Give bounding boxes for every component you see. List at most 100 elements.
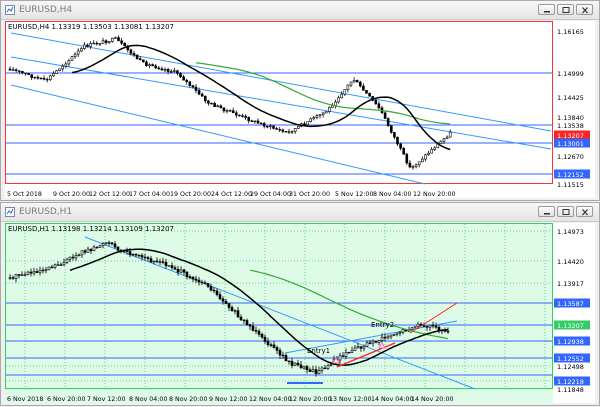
candle-body	[191, 276, 195, 280]
maximize-button[interactable]	[557, 206, 574, 217]
candle-body	[65, 258, 69, 263]
candle-body	[151, 64, 154, 67]
candle-body	[287, 360, 291, 362]
candle-body	[395, 332, 399, 335]
chart-window-h1[interactable]: EURUSD,H1 Entry1 Entry2 1.14973 1.14420 1.13…	[0, 202, 600, 406]
candle-body	[284, 131, 288, 133]
candle-body	[173, 70, 176, 72]
candle-body	[11, 69, 15, 71]
candle-body	[368, 342, 372, 344]
price-label: 1.14999	[557, 70, 584, 78]
candle-body	[209, 286, 213, 291]
maximize-button[interactable]	[557, 4, 574, 15]
candle-body	[207, 100, 210, 104]
candle-body	[173, 267, 177, 270]
candle-body	[350, 350, 354, 353]
candle-body	[98, 43, 102, 45]
candle-body	[231, 110, 235, 114]
time-label: 29 Oct 04:00	[250, 191, 291, 198]
price-label: 1.14425	[557, 94, 584, 102]
price-label: 1.13538	[557, 122, 584, 130]
close-button[interactable]	[576, 4, 593, 15]
candle-body	[392, 334, 396, 336]
candle-body	[248, 324, 252, 327]
price-scale	[553, 223, 595, 403]
candle-body	[71, 256, 75, 259]
candle-body	[420, 158, 424, 163]
candle-body	[439, 140, 443, 144]
candle-body	[377, 340, 381, 343]
candle-body	[343, 89, 347, 95]
candle-body	[203, 282, 207, 284]
candle-body	[281, 129, 285, 132]
time-label: 14 Nov 04:00	[371, 396, 413, 403]
candle-body	[293, 362, 297, 366]
candle-body	[323, 367, 327, 370]
candle-body	[253, 120, 257, 123]
candle-body	[131, 253, 135, 256]
candle-body	[380, 336, 384, 341]
candle-body	[260, 333, 264, 338]
candle-body	[166, 69, 170, 72]
candle-body	[20, 274, 24, 276]
candle-body	[448, 131, 452, 138]
candle-body	[306, 121, 309, 126]
candle-body	[216, 105, 219, 107]
candle-body	[48, 75, 52, 80]
candle-body	[107, 41, 111, 43]
maximize-icon	[562, 7, 570, 13]
candle-body	[218, 294, 222, 300]
candle-body	[408, 162, 412, 168]
minimize-button[interactable]	[538, 206, 555, 217]
candle-body	[89, 248, 93, 252]
candle-body	[98, 245, 102, 248]
candle-body	[245, 320, 249, 325]
candle-body	[129, 49, 133, 54]
price-label: 1.12938	[557, 338, 584, 346]
candle-body	[235, 112, 238, 116]
candle-body	[36, 76, 40, 79]
candle-body	[24, 72, 27, 75]
candle-body	[242, 319, 246, 321]
candle-body	[230, 307, 234, 311]
time-label: 12 Nov 20:00	[413, 191, 455, 198]
price-chart[interactable]: 1.16165 1.14999 1.14425 1.13840 1.13538 1.132…	[5, 21, 595, 198]
candle-body	[410, 327, 414, 331]
candle-body	[42, 78, 46, 80]
candle-body	[326, 364, 330, 369]
close-button[interactable]	[576, 206, 593, 217]
candle-body	[287, 131, 291, 133]
minimize-button[interactable]	[538, 4, 555, 15]
chart-window-h4[interactable]: EURUSD,H4 1.16165 1.14999 1.14425 1.13840 1.…	[0, 0, 600, 201]
candle-body	[269, 344, 273, 346]
candle-body	[135, 54, 139, 60]
candle-body	[299, 364, 303, 369]
time-label: 31 Oct 20:00	[289, 191, 330, 198]
candle-body	[272, 344, 276, 348]
close-icon	[582, 7, 588, 14]
candlestick-chart[interactable]: Entry1 Entry2 1.14973 1.14420 1.13917 1.13587…	[5, 223, 595, 403]
time-label: 5 Oct 2018	[7, 191, 42, 198]
candle-body	[138, 58, 142, 61]
candle-body	[83, 250, 87, 253]
window-title: EURUSD,H4	[19, 5, 73, 15]
window-titlebar[interactable]: EURUSD,H4	[1, 1, 599, 20]
candle-body	[68, 256, 72, 260]
candle-body	[164, 262, 168, 267]
candle-body	[92, 246, 96, 252]
candle-body	[169, 71, 173, 73]
candle-body	[116, 246, 120, 251]
candle-body	[76, 50, 80, 55]
price-chart[interactable]: Entry1 Entry2 1.14973 1.14420 1.13917 1.13587…	[5, 223, 595, 403]
candlestick-chart[interactable]: 1.161651.149991.144251.138401.135381.132…	[5, 21, 595, 198]
time-label: 14 Nov 20:00	[411, 396, 453, 403]
candle-body	[315, 115, 319, 118]
candle-body	[30, 74, 34, 78]
candle-body	[41, 269, 45, 272]
candle-body	[128, 251, 132, 256]
candle-body	[405, 153, 409, 164]
candle-body	[389, 334, 393, 338]
window-titlebar[interactable]: EURUSD,H1	[1, 203, 599, 222]
candle-body	[433, 147, 437, 150]
candle-body	[221, 298, 225, 302]
